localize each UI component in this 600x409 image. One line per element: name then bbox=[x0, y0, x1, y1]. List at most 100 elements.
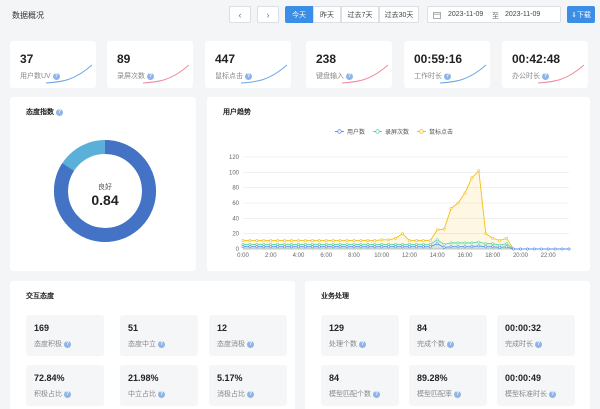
data-point bbox=[331, 245, 335, 249]
help-icon[interactable]: ? bbox=[549, 390, 556, 398]
data-point bbox=[373, 242, 377, 246]
metric-card-neutral-ratio: 21.98% 中立占比? bbox=[120, 365, 198, 406]
data-point bbox=[290, 242, 293, 246]
data-point bbox=[297, 245, 300, 249]
metric-card-completion-time: 00:00:32 完成时长? bbox=[497, 315, 575, 356]
data-point bbox=[421, 245, 425, 249]
x-tick-label: 18:00 bbox=[485, 253, 501, 259]
metric-label: 积极占比? bbox=[34, 390, 71, 398]
help-icon[interactable]: ? bbox=[64, 390, 71, 398]
data-point bbox=[269, 239, 273, 242]
data-point bbox=[539, 247, 543, 251]
metric-label: 中立占比? bbox=[128, 390, 165, 398]
help-icon[interactable]: ? bbox=[247, 340, 254, 348]
data-point bbox=[248, 242, 252, 246]
date-separator: 至 bbox=[492, 13, 499, 20]
metric-card-positive: 169 态度积极? bbox=[26, 315, 104, 356]
data-point bbox=[373, 245, 377, 249]
help-icon[interactable]: ? bbox=[64, 340, 71, 348]
metric-card-neutral: 51 态度中立? bbox=[120, 315, 198, 356]
download-button[interactable]: ⇓下载 bbox=[567, 6, 595, 23]
stat-value: 37 bbox=[20, 52, 34, 66]
data-point bbox=[310, 239, 314, 242]
data-point bbox=[359, 242, 363, 246]
stat-value: 238 bbox=[316, 52, 337, 66]
data-point bbox=[394, 242, 397, 246]
data-point bbox=[484, 242, 488, 246]
range-7days-button[interactable]: 过去7天 bbox=[341, 6, 379, 23]
data-point bbox=[553, 247, 557, 251]
data-point bbox=[352, 239, 356, 242]
help-icon[interactable]: ? bbox=[454, 390, 461, 398]
help-icon[interactable]: ? bbox=[535, 340, 542, 348]
data-point bbox=[255, 245, 259, 249]
help-icon[interactable]: ? bbox=[247, 390, 254, 398]
data-point bbox=[338, 245, 342, 249]
data-point bbox=[546, 247, 550, 251]
range-yesterday-button[interactable]: 昨天 bbox=[313, 6, 341, 23]
data-point bbox=[317, 245, 321, 249]
data-point bbox=[276, 242, 280, 246]
range-today-button[interactable]: 今天 bbox=[285, 6, 313, 23]
data-point bbox=[428, 239, 432, 242]
data-point bbox=[477, 240, 481, 244]
metric-value: 21.98% bbox=[128, 373, 159, 383]
metric-card-negative: 12 态度消极? bbox=[209, 315, 287, 356]
help-icon[interactable]: ? bbox=[158, 390, 165, 398]
stat-card-keyboard: 238 键盘输入? bbox=[306, 41, 392, 88]
trend-panel: 用户趋势 用户数 录屏次数 鼠标点击 0 20 40 60 80 100 120 0:00 2:… bbox=[207, 97, 590, 271]
data-point bbox=[394, 236, 397, 240]
sparkline-icon bbox=[143, 64, 189, 84]
next-day-button[interactable]: › bbox=[257, 6, 279, 23]
data-point bbox=[338, 239, 342, 242]
data-point bbox=[387, 242, 391, 246]
data-point bbox=[428, 242, 432, 246]
data-point bbox=[505, 236, 508, 240]
metric-card-positive-ratio: 72.84% 积极占比? bbox=[26, 365, 104, 406]
sparkline-icon bbox=[46, 64, 92, 84]
help-icon[interactable]: ? bbox=[447, 340, 454, 348]
help-icon[interactable]: ? bbox=[359, 340, 366, 348]
data-point bbox=[498, 246, 502, 249]
date-end[interactable]: 2023-11-09 bbox=[505, 11, 540, 18]
y-tick-label: 80 bbox=[232, 186, 239, 192]
date-range-picker[interactable]: 2023-11-09 至 2023-11-09 bbox=[427, 6, 561, 23]
data-point bbox=[519, 247, 522, 251]
metric-value: 51 bbox=[128, 323, 139, 333]
metric-value: 84 bbox=[329, 373, 340, 383]
help-icon[interactable]: ? bbox=[158, 340, 165, 348]
data-point bbox=[456, 245, 460, 249]
data-point bbox=[491, 242, 495, 246]
data-point bbox=[435, 238, 439, 242]
data-point bbox=[505, 242, 508, 246]
data-point bbox=[283, 245, 287, 249]
metric-card-model-std-time: 00:00:49 模型标准时长? bbox=[497, 365, 575, 406]
metric-value: 5.17% bbox=[217, 373, 243, 383]
prev-day-button[interactable]: ‹ bbox=[229, 6, 251, 23]
metric-card-model-matches: 84 模型匹配个数? bbox=[321, 365, 399, 406]
data-point bbox=[380, 245, 384, 249]
data-point bbox=[283, 239, 287, 242]
data-point bbox=[456, 201, 460, 205]
data-point bbox=[442, 242, 446, 246]
data-point bbox=[352, 245, 356, 249]
data-point bbox=[387, 245, 391, 249]
metric-label: 模型匹配率? bbox=[417, 390, 461, 398]
data-point bbox=[442, 227, 446, 231]
date-start[interactable]: 2023-11-09 bbox=[448, 11, 483, 18]
data-point bbox=[560, 247, 564, 251]
metric-value: 12 bbox=[217, 323, 228, 333]
x-tick-label: 2:00 bbox=[265, 253, 277, 259]
data-point bbox=[241, 242, 245, 246]
metric-value: 00:00:32 bbox=[505, 323, 542, 333]
range-30days-button[interactable]: 过去30天 bbox=[379, 6, 419, 23]
data-point bbox=[380, 238, 384, 242]
data-point bbox=[304, 245, 307, 249]
data-point bbox=[248, 239, 252, 242]
help-icon[interactable]: ? bbox=[373, 390, 380, 398]
data-point bbox=[269, 242, 273, 246]
y-tick-label: 100 bbox=[229, 170, 240, 176]
data-point bbox=[331, 242, 335, 246]
data-point bbox=[477, 169, 481, 173]
interaction-panel: 交互态度 169 态度积极? 51 态度中立? 12 态度消极? 72.84% … bbox=[10, 281, 295, 409]
